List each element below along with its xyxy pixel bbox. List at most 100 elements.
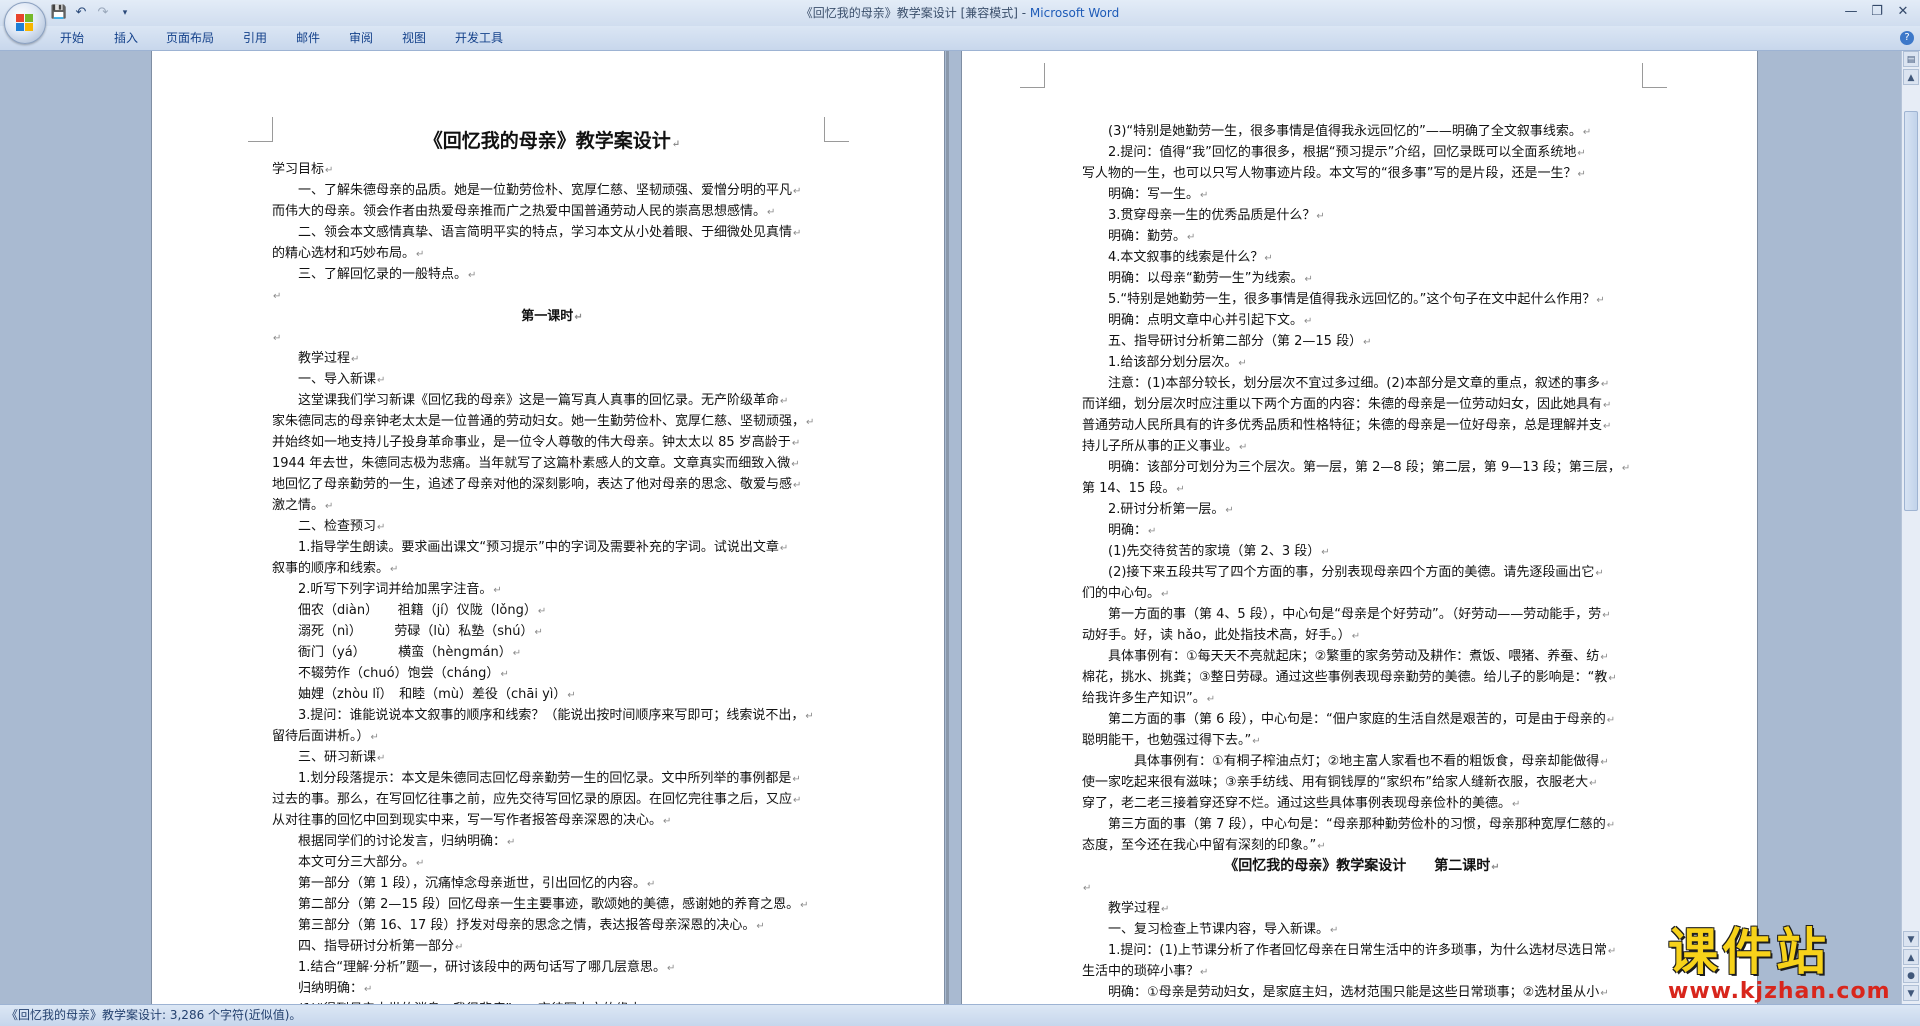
line-text: 态度，至今还在我心中留有深刻的印象。”: [1082, 838, 1317, 853]
paragraph-line: 佃农（diàn） 祖籍（jí）仪陇（lǒng）↵: [272, 600, 832, 621]
paragraph-line: 聪明能干，也勉强过得下去。”↵: [1082, 730, 1642, 751]
tab-mailings[interactable]: 邮件: [296, 26, 320, 50]
tab-references[interactable]: 引用: [243, 26, 267, 50]
line-text: 教学过程: [1082, 901, 1161, 916]
line-text: 这堂课我们学习新课《回忆我的母亲》这是一篇写真人真事的回忆录。无产阶级革命: [272, 393, 780, 408]
line-text: 1.结合“理解·分析”题一，研讨该段中的两句话写了哪几层意思。: [272, 960, 667, 975]
document-title-heading: 《回忆我的母亲》教学案设计↵: [272, 123, 832, 159]
line-text: 第一部分（第 1 段），沉痛悼念母亲逝世，引出回忆的内容。: [272, 876, 647, 891]
paragraph-mark-icon: ↵: [325, 501, 334, 512]
line-text: 第二方面的事（第 6 段），中心句是：“佃户家庭的生活自然是艰苦的，可是由于母亲…: [1082, 712, 1606, 727]
line-text: 激之情。: [272, 498, 325, 513]
right-page-text[interactable]: (3)“特别是她勤劳一生，很多事情是值得我永远回忆的”——明确了全文叙事线索。↵…: [1082, 121, 1642, 1004]
paragraph-mark-icon: ↵: [1582, 127, 1592, 138]
restore-button[interactable]: ❐: [1864, 2, 1890, 22]
left-page-text[interactable]: 《回忆我的母亲》教学案设计↵ 学习目标↵ 一、了解朱德母亲的品质。她是一位勤劳俭朴…: [272, 123, 832, 1004]
paragraph-line: 二、检查预习↵: [272, 516, 832, 537]
save-icon[interactable]: 💾: [50, 4, 68, 22]
office-button[interactable]: [4, 2, 46, 44]
tab-review[interactable]: 审阅: [349, 26, 373, 50]
paragraph-mark-icon: ↵: [780, 396, 789, 407]
paragraph-mark-icon: ↵: [791, 459, 800, 470]
tab-insert[interactable]: 插入: [114, 26, 138, 50]
paragraph-mark-icon: ↵: [1187, 232, 1196, 243]
ruler-toggle-icon[interactable]: ▤: [1903, 51, 1919, 67]
line-text: (2)接下来五段共写了四个方面的事，分别表现母亲四个方面的美德。请先逐段画出它: [1082, 565, 1595, 580]
window-title: 《回忆我的母亲》教学案设计 [兼容模式] - Microsoft Word: [0, 0, 1920, 26]
paragraph-mark-icon: ↵: [1206, 694, 1216, 705]
line-text: 4.本文叙事的线索是什么？: [1082, 250, 1264, 265]
line-text: 二、检查预习: [272, 519, 377, 534]
paragraph-line: 2.听写下列字词并给加黑字注音。↵: [272, 579, 832, 600]
paragraph-mark-icon: ↵: [1304, 274, 1313, 285]
paragraph-line: 明确：点明文章中心并引起下文。↵: [1082, 310, 1642, 331]
line-text: 具体事例有：①每天天不亮就起床；②繁重的家务劳动及耕作：煮饭、喂猪、养蚕、纺: [1082, 649, 1600, 664]
scroll-up-icon[interactable]: ▲: [1903, 69, 1919, 85]
status-text: 《回忆我的母亲》教学案设计: 3,286 个字符(近似值)。: [6, 1008, 302, 1022]
line-text: 们的中心句。: [1082, 586, 1161, 601]
line-text: 2.提问：值得“我”回忆的事很多，根据“预习提示”介绍，回忆录既可以全面系统地: [1082, 145, 1577, 160]
line-text: 使一家吃起来很有滋味；③亲手纺线、用有铜钱厚的“家织布”给家人缝新衣服，衣服老大: [1082, 775, 1589, 790]
line-text: 生活中的琐碎小事？: [1082, 964, 1200, 979]
title-bar: 《回忆我的母亲》教学案设计 [兼容模式] - Microsoft Word 💾 …: [0, 0, 1920, 27]
paragraph-line: 三、研习新课↵: [272, 747, 832, 768]
line-text: 溺死（nì） 劳碌（lù）私塾（shú）: [272, 624, 534, 639]
paragraph-line: 三、了解回忆录的一般特点。↵: [272, 264, 832, 285]
paragraph-line: ↵: [272, 285, 832, 306]
line-text: 《回忆我的母亲》教学案设计 第二课时: [1224, 858, 1491, 874]
paragraph-mark-icon: ↵: [1607, 946, 1617, 957]
scroll-thumb[interactable]: [1904, 111, 1918, 511]
redo-icon[interactable]: ↷: [94, 4, 112, 22]
paragraph-line: (2)接下来五段共写了四个方面的事，分别表现母亲四个方面的美德。请先逐段画出它↵: [1082, 562, 1642, 583]
paragraph-mark-icon: ↵: [1603, 421, 1612, 432]
paragraph-line: 第三部分（第 16、17 段）抒发对母亲的思念之情，表达报答母亲深恩的决心。↵: [272, 915, 832, 936]
chevron-down-icon[interactable]: ▾: [116, 4, 134, 22]
paragraph-line: 留待后面讲析。）↵: [272, 726, 832, 747]
paragraph-line: 根据同学们的讨论发言，归纳明确：↵: [272, 831, 832, 852]
paragraph-mark-icon: ↵: [791, 438, 801, 449]
paragraph-line: 具体事例有：①有桐子榨油点灯；②地主富人家看也不看的粗饭食，母亲却能做得↵: [1082, 751, 1642, 772]
paragraph-mark-icon: ↵: [1491, 862, 1500, 873]
paragraph-mark-icon: ↵: [273, 291, 282, 302]
undo-icon[interactable]: ↶: [72, 4, 90, 22]
paragraph-line: 一、了解朱德母亲的品质。她是一位勤劳俭朴、宽厚仁慈、坚韧顽强、爱憎分明的平凡↵: [272, 180, 832, 201]
right-page: (3)“特别是她勤劳一生，很多事情是值得我永远回忆的”——明确了全文叙事线索。↵…: [962, 51, 1757, 1004]
ribbon-tab-bar: 开始 插入 页面布局 引用 邮件 审阅 视图 开发工具 ?: [0, 26, 1920, 51]
paragraph-mark-icon: ↵: [1330, 925, 1339, 936]
paragraph-mark-icon: ↵: [663, 816, 672, 827]
line-text: 具体事例有：①有桐子榨油点灯；②地主富人家看也不看的粗饭食，母亲却能做得: [1082, 754, 1600, 769]
tab-page-layout[interactable]: 页面布局: [166, 26, 214, 50]
paragraph-line: 1944 年去世，朱德同志极为悲痛。当年就写了这篇朴素感人的文章。文章真实而细致…: [272, 453, 832, 474]
paragraph-line: 1.指导学生朗读。要求画出课文“预习提示”中的字词及需要补充的字词。试说出文章↵: [272, 537, 832, 558]
paragraph-mark-icon: ↵: [806, 417, 815, 428]
paragraph-mark-icon: ↵: [377, 375, 386, 386]
paragraph-mark-icon: ↵: [493, 585, 502, 596]
paragraph-mark-icon: ↵: [1351, 631, 1361, 642]
paragraph-mark-icon: ↵: [793, 480, 802, 491]
paragraph-mark-icon: ↵: [377, 753, 386, 764]
close-button[interactable]: ✕: [1890, 2, 1916, 22]
paragraph-mark-icon: ↵: [1600, 988, 1609, 999]
paragraph-mark-icon: ↵: [370, 732, 379, 743]
help-icon[interactable]: ?: [1900, 31, 1914, 45]
line-text: 二、领会本文感情真挚、语言简明平实的特点，学习本文从小处着眼、于细微处见真情: [272, 225, 793, 240]
paragraph-mark-icon: ↵: [1200, 190, 1209, 201]
tab-developer[interactable]: 开发工具: [455, 26, 503, 50]
paragraph-mark-icon: ↵: [667, 963, 676, 974]
paragraph-line: 明确：①母亲是劳动妇女，是家庭主妇，选材范围只能是这些日常琐事；②选材虽从小↵: [1082, 982, 1642, 1003]
paragraph-mark-icon: ↵: [1239, 442, 1248, 453]
line-text: 留待后面讲析。）: [272, 729, 370, 744]
line-text: 3.贯穿母亲一生的优秀品质是什么？: [1082, 208, 1316, 223]
paragraph-line: 5.“特别是她勤劳一生，很多事情是值得我永远回忆的。”这个句子在文中起什么作用？…: [1082, 289, 1642, 310]
line-text: 穿了，老二老三接着穿还穿不烂。通过这些具体事例表现母亲俭朴的美德。: [1082, 796, 1512, 811]
paragraph-line: (3)“特别是她勤劳一生，很多事情是值得我永远回忆的”——明确了全文叙事线索。↵: [1082, 121, 1642, 142]
paragraph-line: 第三方面的事（第 7 段），中心句是：“母亲那种勤劳俭朴的习惯，母亲那种宽厚仁慈…: [1082, 814, 1642, 835]
paragraph-mark-icon: ↵: [377, 522, 386, 533]
paragraph-mark-icon: ↵: [793, 186, 802, 197]
tab-view[interactable]: 视图: [402, 26, 426, 50]
vertical-scrollbar[interactable]: ▤ ▲ ▼ ▲ ● ▼: [1901, 51, 1920, 1004]
minimize-button[interactable]: —: [1838, 2, 1864, 22]
tab-home[interactable]: 开始: [60, 26, 84, 50]
line-text: 1.提问：(1)上节课分析了作者回忆母亲在日常生活中的许多琐事，为什么选材尽选日…: [1082, 943, 1607, 958]
paragraph-line: ↵: [272, 327, 832, 348]
